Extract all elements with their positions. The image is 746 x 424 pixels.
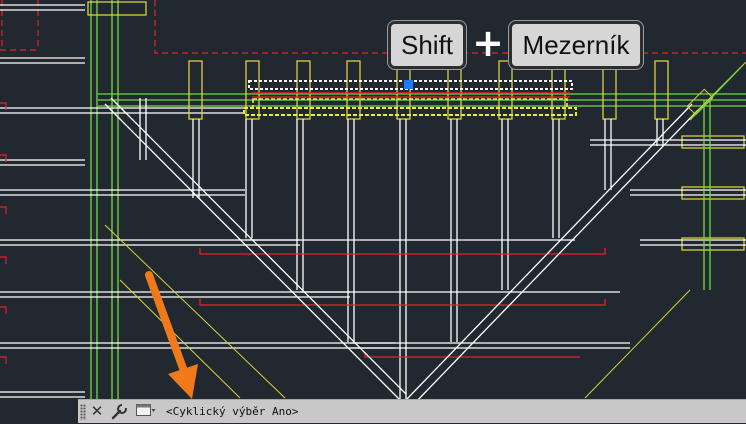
drag-grip-icon[interactable] bbox=[80, 404, 86, 420]
diagonal-braces bbox=[104, 97, 699, 407]
left-white-members bbox=[0, 4, 85, 398]
left-red-markers bbox=[0, 102, 7, 364]
plus-sign: + bbox=[472, 21, 504, 65]
selection-grip bbox=[404, 80, 413, 89]
spacebar-key: Mezerník bbox=[509, 21, 643, 69]
command-line-text[interactable]: <Cyklický výběr Ano> bbox=[166, 400, 298, 424]
command-line-bar[interactable]: ✕ <Cyklický výběr Ano> bbox=[78, 399, 746, 423]
close-icon[interactable]: ✕ bbox=[89, 401, 105, 421]
command-prompt-icon[interactable] bbox=[136, 404, 156, 418]
shift-key: Shift bbox=[388, 21, 466, 69]
wrench-icon[interactable] bbox=[110, 402, 128, 422]
horizontal-bands bbox=[245, 139, 746, 349]
red-horizontal-lines bbox=[199, 248, 606, 358]
